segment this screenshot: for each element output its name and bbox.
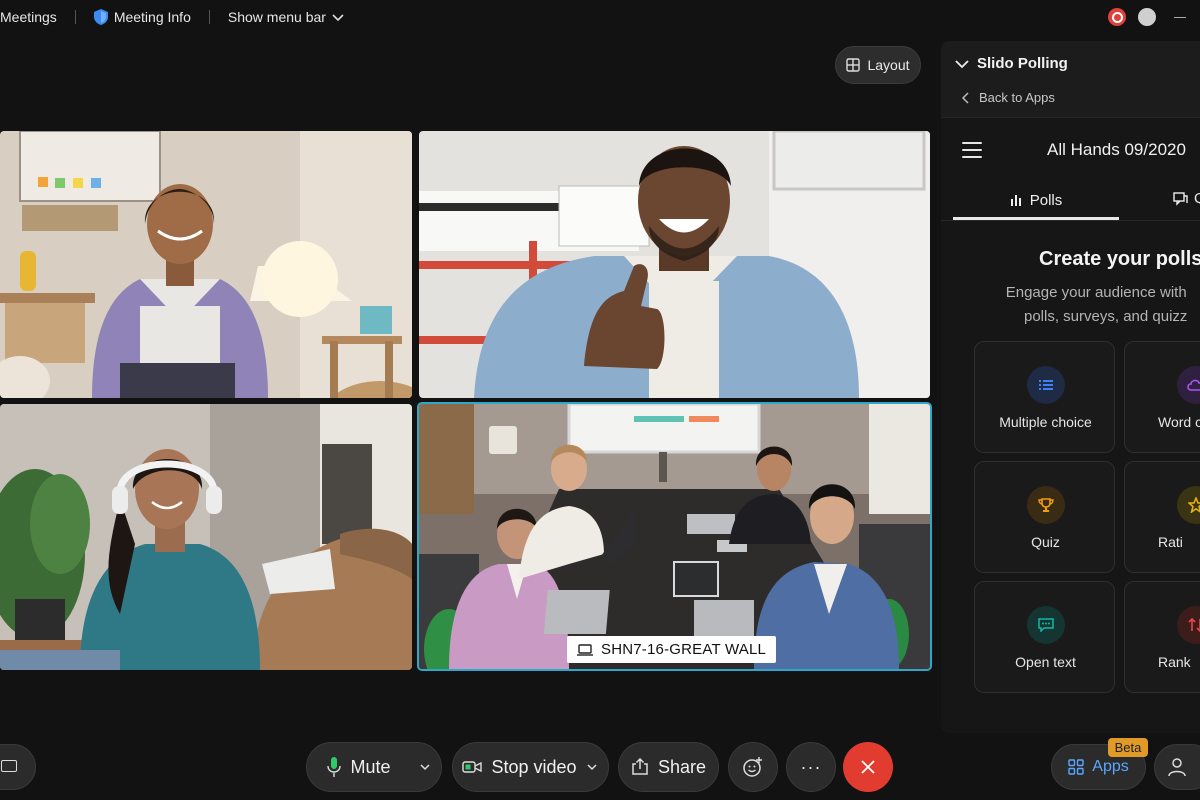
beta-badge: Beta [1108,738,1148,757]
poll-type-word-cloud[interactable]: Word c [1124,341,1200,453]
poll-type-open-text[interactable]: Open text [974,581,1115,693]
grid-icon [846,58,861,72]
list-icon [1027,366,1065,404]
poll-type-label: Rati [1158,534,1183,550]
chat-icon [1173,191,1188,206]
top-bar: Meetings Meeting Info Show menu bar [0,0,1200,34]
slido-panel: Slido Polling Back to Apps All Hands 09/… [941,41,1200,733]
chevron-down-icon [332,14,344,22]
sort-icon [1177,606,1200,644]
create-polls-title: Create your polls [1039,248,1200,270]
video-camera-icon [462,761,483,773]
poll-type-label: Multiple choice [999,414,1092,430]
participant-video [0,131,412,398]
participant-video [0,404,412,670]
room-device-icon [577,643,593,656]
divider [208,10,210,24]
layout-button[interactable]: Layout [835,46,921,84]
close-icon [861,760,875,774]
app-name[interactable]: Meetings [0,9,57,25]
video-tile-participant-1[interactable] [0,131,412,398]
poll-type-ranking[interactable]: Rank [1124,581,1200,693]
show-menu-bar-label: Show menu bar [227,9,326,25]
back-label: Back to Apps [979,90,1055,105]
chevron-down-icon[interactable] [955,59,969,69]
smiley-icon [743,757,762,777]
trophy-icon [1027,486,1065,524]
reactions-button[interactable] [728,742,778,792]
poll-type-label: Word c [1158,414,1200,430]
app-name-label: Meetings [0,9,57,25]
share-icon [632,758,648,775]
poll-type-quiz[interactable]: Quiz [974,461,1115,573]
slido-content: All Hands 09/2020 Polls Q Create your po… [941,117,1200,733]
share-button[interactable]: Share [618,742,719,792]
tab-polls[interactable]: Polls [953,180,1119,220]
video-tile-participant-3[interactable] [0,404,412,670]
more-icon: ··· [800,756,822,777]
meeting-info-button[interactable]: Meeting Info [93,9,191,25]
recording-icon[interactable] [1108,8,1126,26]
poll-type-label: Quiz [1031,534,1060,550]
key-icon[interactable] [1138,8,1156,26]
participant-video [419,131,930,398]
cloud-icon [1177,366,1200,404]
share-label: Share [657,756,707,777]
closed-captions-icon [1,760,17,772]
subtitle-line-2: polls, surveys, and quizz [1024,308,1188,325]
back-to-apps-link[interactable]: Back to Apps [961,90,1055,105]
bar-chart-icon [1010,195,1021,206]
apps-label: Apps [1092,758,1129,775]
video-tile-participant-2[interactable] [419,131,930,398]
end-call-button[interactable] [843,742,893,792]
microphone-icon [327,757,342,777]
subtitle-line-1: Engage your audience with [1005,284,1187,301]
minimize-icon[interactable] [1174,16,1186,18]
poll-type-label: Open text [1015,654,1076,670]
participants-button[interactable] [1154,744,1200,790]
panel-header[interactable]: Slido Polling [955,55,1068,72]
poll-type-label: Rank [1158,654,1191,670]
stop-video-label: Stop video [491,756,577,777]
slido-tabs: Polls Q [941,180,1200,220]
hamburger-menu-icon[interactable] [962,142,982,163]
show-menu-bar-button[interactable]: Show menu bar [228,9,344,25]
video-tile-room-active[interactable]: SHN7-16-GREAT WALL [417,402,932,671]
create-polls-subtitle: Engage your audience with polls, surveys… [1005,281,1188,329]
more-options-button[interactable]: ··· [786,742,836,792]
event-title: All Hands 09/2020 [1047,140,1186,159]
mute-label: Mute [350,756,391,777]
person-icon [1168,758,1186,777]
tab-qa[interactable]: Q [1173,190,1200,207]
shield-icon [93,9,108,25]
poll-type-multiple-choice[interactable]: Multiple choice [974,341,1115,453]
stop-video-button[interactable]: Stop video [452,742,609,792]
chevron-left-icon [961,91,969,104]
room-name-text: SHN7-16-GREAT WALL [601,641,767,658]
panel-title: Slido Polling [977,55,1068,72]
tab-polls-label: Polls [1029,191,1063,209]
mute-button[interactable]: Mute [306,742,442,792]
divider [941,220,1200,221]
room-name-label: SHN7-16-GREAT WALL [567,636,777,663]
poll-type-rating[interactable]: Rati [1124,461,1200,573]
layout-label: Layout [867,57,910,73]
divider [74,10,76,24]
chat-icon [1027,606,1065,644]
meeting-info-label: Meeting Info [113,9,191,25]
star-icon [1177,486,1200,524]
tab-qa-label: Q [1194,190,1200,207]
closed-captions-button[interactable] [0,744,36,790]
chevron-down-icon[interactable] [586,761,598,773]
chevron-down-icon[interactable] [419,761,431,773]
room-video [419,404,930,669]
apps-grid-icon [1068,759,1084,775]
window-controls [1108,0,1200,34]
